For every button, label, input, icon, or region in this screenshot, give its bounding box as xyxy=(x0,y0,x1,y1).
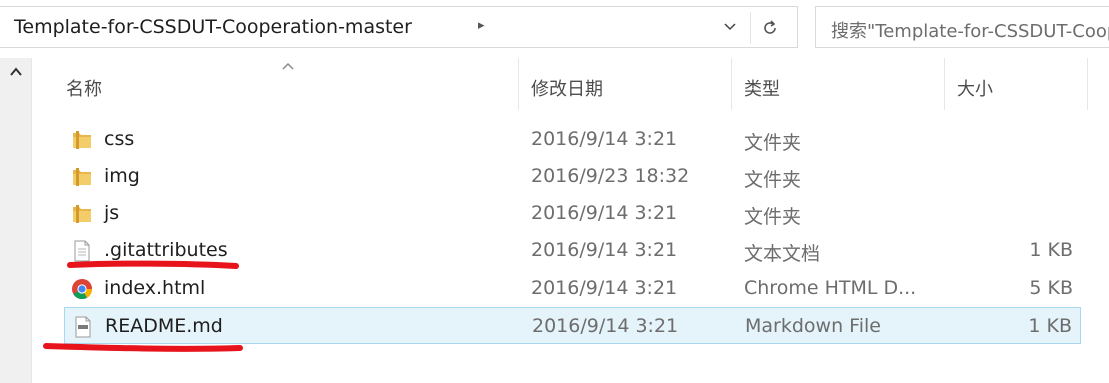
file-name: README.md xyxy=(105,315,223,337)
sort-ascending-icon xyxy=(282,62,294,70)
file-type: 文件夹 xyxy=(744,132,802,154)
refresh-icon xyxy=(764,20,776,34)
column-header-date-label: 修改日期 xyxy=(531,79,603,100)
file-type: 文件夹 xyxy=(744,169,802,191)
text-file-icon xyxy=(74,240,90,262)
file-size: 1 KB xyxy=(1028,315,1072,337)
column-header-name-label: 名称 xyxy=(66,79,102,100)
chrome-icon xyxy=(72,279,93,300)
history-dropdown-icon[interactable] xyxy=(718,15,742,41)
file-size: 5 KB xyxy=(1029,277,1073,299)
column-header-size-label: 大小 xyxy=(957,79,993,100)
file-explorer-window: Template-for-CSSDUT-Cooperation-master ▸… xyxy=(0,0,1109,383)
refresh-button[interactable] xyxy=(750,12,786,44)
file-date: 2016/9/14 3:21 xyxy=(531,277,678,299)
file-type: 文件夹 xyxy=(744,206,802,228)
file-row-readme-md[interactable]: README.md 2016/9/14 3:21 Markdown File 1… xyxy=(64,307,1081,344)
column-header-date[interactable]: 修改日期 xyxy=(519,58,732,110)
markdown-file-icon xyxy=(75,316,91,338)
file-row-js[interactable]: js 2016/9/14 3:21 文件夹 xyxy=(64,195,1081,232)
file-name: css xyxy=(104,128,135,150)
file-date: 2016/9/14 3:21 xyxy=(531,202,678,224)
navigation-pane-scrollbar[interactable] xyxy=(0,58,32,383)
file-type: Chrome HTML D... xyxy=(744,277,917,299)
file-type: 文本文档 xyxy=(744,243,821,265)
folder-icon xyxy=(73,205,91,223)
address-bar[interactable]: Template-for-CSSDUT-Cooperation-master ▸ xyxy=(0,6,798,48)
file-date: 2016/9/14 3:21 xyxy=(531,239,678,261)
file-row-gitattributes[interactable]: .gitattributes 2016/9/14 3:21 文本文档 1 KB xyxy=(64,232,1081,269)
file-name: index.html xyxy=(104,277,206,299)
file-date: 2016/9/23 18:32 xyxy=(531,165,690,187)
file-name: .gitattributes xyxy=(104,239,228,261)
file-date: 2016/9/14 3:21 xyxy=(531,128,678,150)
file-row-index-html[interactable]: index.html 2016/9/14 3:21 Chrome HTML D.… xyxy=(64,270,1081,307)
file-name: js xyxy=(104,202,120,224)
column-header-type[interactable]: 类型 xyxy=(732,58,945,110)
folder-icon xyxy=(73,168,91,186)
column-header-type-label: 类型 xyxy=(744,79,780,100)
column-header-row: 名称 修改日期 类型 大小 xyxy=(32,58,1092,110)
scroll-up-icon[interactable] xyxy=(8,64,24,80)
breadcrumb-current-folder[interactable]: Template-for-CSSDUT-Cooperation-master xyxy=(14,16,412,38)
file-size: 1 KB xyxy=(1029,239,1073,261)
file-row-css[interactable]: css 2016/9/14 3:21 文件夹 xyxy=(64,121,1081,158)
search-placeholder: 搜索"Template-for-CSSDUT-Cooperation-maste… xyxy=(831,21,1109,42)
column-header-name[interactable]: 名称 xyxy=(32,58,519,110)
column-header-size[interactable]: 大小 xyxy=(945,58,1088,110)
navigation-bar: Template-for-CSSDUT-Cooperation-master ▸… xyxy=(0,0,1109,56)
file-name: img xyxy=(104,165,140,187)
file-type: Markdown File xyxy=(745,315,881,337)
file-row-img[interactable]: img 2016/9/23 18:32 文件夹 xyxy=(64,158,1081,195)
search-input[interactable]: 搜索"Template-for-CSSDUT-Cooperation-maste… xyxy=(815,6,1109,48)
file-date: 2016/9/14 3:21 xyxy=(532,315,679,337)
breadcrumb-chevron-icon[interactable]: ▸ xyxy=(478,18,485,33)
folder-icon xyxy=(73,131,91,149)
